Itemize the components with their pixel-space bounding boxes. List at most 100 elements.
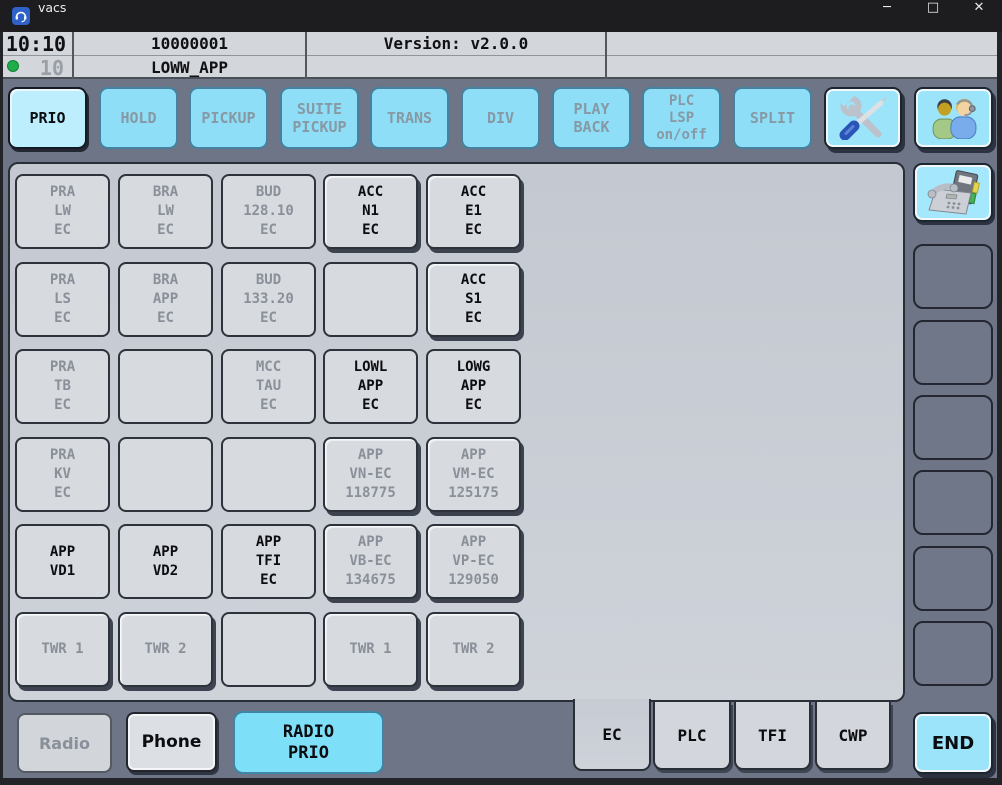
da-key[interactable]: TWR 2 [118, 612, 213, 687]
radio-mode-button[interactable]: Radio [17, 713, 112, 773]
suite-pickup-button[interactable]: SUITE PICKUP [280, 87, 359, 149]
da-key-label: KV [54, 465, 71, 484]
phonebook-button[interactable] [913, 163, 993, 222]
end-button[interactable]: END [913, 712, 993, 774]
version-label: Version: v2.0.0 [307, 32, 605, 55]
da-key-label: ACC [461, 271, 486, 290]
rail-empty-slot[interactable] [913, 470, 993, 535]
key-label: TRANS [387, 109, 432, 127]
da-key-label: ACC [461, 183, 486, 202]
tab-cwp[interactable]: CWP [815, 702, 891, 770]
da-key[interactable]: LOWGAPPEC [426, 349, 521, 424]
da-key[interactable] [221, 437, 316, 512]
prio-button[interactable]: PRIO [8, 87, 87, 149]
settings-button[interactable] [824, 87, 902, 149]
da-key[interactable]: LOWLAPPEC [323, 349, 418, 424]
da-key[interactable]: MCCTAUEC [221, 349, 316, 424]
key-label: PICKUP [292, 118, 346, 136]
column-divider [605, 32, 607, 79]
da-key-label: EC [54, 396, 71, 415]
rail-empty-slot[interactable] [913, 244, 993, 309]
key-label: PLC [669, 93, 694, 110]
da-key[interactable]: APPVD2 [118, 524, 213, 599]
da-key[interactable]: ACCN1EC [323, 174, 418, 249]
da-key-label: EC [260, 571, 277, 590]
trans-button[interactable]: TRANS [370, 87, 449, 149]
da-key[interactable]: TWR 1 [15, 612, 110, 687]
da-key[interactable]: BRALWEC [118, 174, 213, 249]
da-key-label: BUD [256, 271, 281, 290]
da-key[interactable]: APPTFIEC [221, 524, 316, 599]
da-key-label: 118775 [345, 484, 396, 503]
da-key[interactable] [118, 349, 213, 424]
rail-empty-slot[interactable] [913, 395, 993, 460]
da-key[interactable] [118, 437, 213, 512]
da-key-label: S1 [465, 290, 482, 309]
da-key-label: PRA [50, 358, 75, 377]
da-key-label: EC [54, 484, 71, 503]
headset-glyph [14, 9, 28, 23]
da-key[interactable]: TWR 2 [426, 612, 521, 687]
da-key-label: E1 [465, 202, 482, 221]
da-key[interactable]: BRAAPPEC [118, 262, 213, 337]
rail-empty-slot[interactable] [913, 621, 993, 686]
split-button[interactable]: SPLIT [733, 87, 812, 149]
radio-prio-label: PRIO [288, 743, 329, 764]
da-key-label: PRA [50, 271, 75, 290]
radio-prio-button[interactable]: RADIO PRIO [233, 711, 384, 774]
da-key-label: APP [358, 533, 383, 552]
tab-tfi[interactable]: TFI [734, 702, 811, 770]
playback-button[interactable]: PLAY BACK [552, 87, 631, 149]
pickup-button[interactable]: PICKUP [189, 87, 268, 149]
da-key[interactable]: APPVN-EC118775 [323, 437, 418, 512]
operators-button[interactable] [914, 87, 993, 149]
da-key-label: BRA [153, 271, 178, 290]
da-key[interactable]: APPVB-EC134675 [323, 524, 418, 599]
da-key-label: ACC [358, 183, 383, 202]
da-key[interactable]: APPVD1 [15, 524, 110, 599]
status-green-dot [7, 60, 19, 72]
da-key[interactable]: BUD128.10EC [221, 174, 316, 249]
da-key[interactable]: APPVM-EC125175 [426, 437, 521, 512]
rail-empty-slot[interactable] [913, 320, 993, 385]
da-key[interactable]: BUD133.20EC [221, 262, 316, 337]
da-key[interactable] [323, 262, 418, 337]
da-key-label: LS [54, 290, 71, 309]
da-key[interactable]: ACCS1EC [426, 262, 521, 337]
da-key-label: EC [54, 221, 71, 240]
da-key-label: EC [157, 221, 174, 240]
da-key[interactable]: ACCE1EC [426, 174, 521, 249]
da-key[interactable]: APPVP-EC129050 [426, 524, 521, 599]
tab-label: EC [602, 725, 621, 744]
da-key[interactable]: TWR 1 [323, 612, 418, 687]
da-key[interactable] [221, 612, 316, 687]
minimize-button[interactable]: ─ [864, 0, 910, 32]
da-key-label: EC [260, 221, 277, 240]
maximize-button[interactable]: □ [910, 0, 956, 32]
div-button[interactable]: DIV [461, 87, 540, 149]
key-label: BACK [573, 118, 609, 136]
da-key[interactable]: PRATBEC [15, 349, 110, 424]
rail-empty-slot[interactable] [913, 546, 993, 611]
tab-ec[interactable]: EC [573, 699, 651, 771]
da-key[interactable]: PRALSEC [15, 262, 110, 337]
da-key-label: TWR 2 [452, 640, 494, 659]
station-name: LOWW_APP [74, 56, 305, 79]
phone-mode-button[interactable]: Phone [126, 712, 217, 772]
da-key[interactable]: PRALWEC [15, 174, 110, 249]
da-key-label: EC [260, 396, 277, 415]
tab-plc[interactable]: PLC [653, 702, 731, 770]
da-key-label: LOWG [457, 358, 491, 377]
two-operators-icon [930, 97, 978, 139]
da-key[interactable]: PRAKVEC [15, 437, 110, 512]
plc-lsp-button[interactable]: PLC LSP on/off [642, 87, 721, 149]
wrench-screwdriver-icon [837, 96, 889, 140]
da-key-label: BUD [256, 183, 281, 202]
da-key-label: EC [362, 221, 379, 240]
key-label: on/off [656, 127, 707, 144]
hold-button[interactable]: HOLD [99, 87, 178, 149]
close-button[interactable]: ✕ [956, 0, 1002, 32]
da-key-label: LOWL [354, 358, 388, 377]
da-key-label: PRA [50, 446, 75, 465]
da-key-label: EC [465, 221, 482, 240]
